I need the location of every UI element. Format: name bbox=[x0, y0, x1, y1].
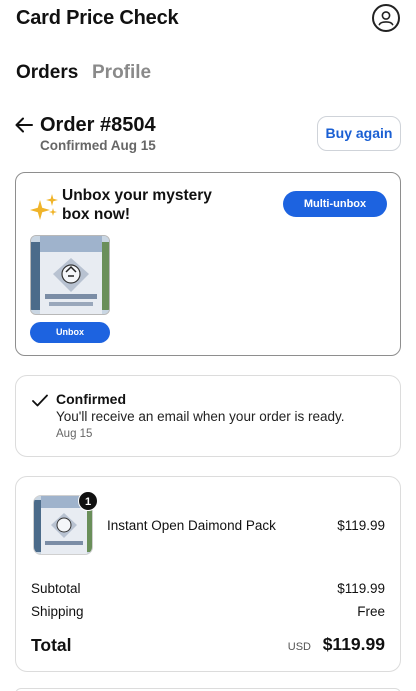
status-title: Confirmed bbox=[56, 391, 126, 407]
subtotal-value: $119.99 bbox=[337, 581, 385, 596]
status-message: You'll receive an email when your order … bbox=[56, 409, 345, 424]
mystery-pack-image bbox=[30, 235, 110, 315]
subtotal-label: Subtotal bbox=[31, 581, 81, 596]
total-value: $119.99 bbox=[322, 634, 385, 654]
total-label: Total bbox=[31, 635, 72, 655]
status-date: Aug 15 bbox=[56, 428, 93, 440]
arrow-left-icon bbox=[15, 117, 33, 133]
tab-orders[interactable]: Orders bbox=[16, 62, 78, 84]
buy-again-button[interactable]: Buy again bbox=[317, 116, 401, 151]
unbox-button[interactable]: Unbox bbox=[30, 322, 110, 343]
order-title: Order #8504 bbox=[40, 114, 156, 136]
multi-unbox-button[interactable]: Multi-unbox bbox=[283, 191, 387, 217]
sparkle-icon bbox=[30, 194, 58, 220]
currency-code: USD bbox=[287, 641, 311, 653]
quantity-badge: 1 bbox=[78, 491, 98, 511]
item-name: Instant Open Daimond Pack bbox=[107, 518, 276, 533]
order-status-date: Confirmed Aug 15 bbox=[40, 138, 156, 153]
order-summary-card: 1 Instant Open Daimond Pack $119.99 Subt… bbox=[15, 476, 401, 672]
back-button[interactable] bbox=[14, 116, 34, 134]
shipping-label: Shipping bbox=[31, 604, 84, 619]
app-title: Card Price Check bbox=[16, 7, 179, 29]
unbox-card: Unbox your mystery box now! Multi-unbox … bbox=[15, 172, 401, 356]
tab-profile[interactable]: Profile bbox=[92, 62, 151, 84]
account-button[interactable] bbox=[372, 4, 400, 32]
unbox-title: Unbox your mystery box now! bbox=[62, 187, 212, 223]
user-icon bbox=[378, 11, 394, 26]
order-status-card: Confirmed You'll receive an email when y… bbox=[15, 375, 401, 457]
top-bar: Card Price Check bbox=[0, 0, 416, 40]
shipping-value: Free bbox=[357, 604, 385, 619]
item-price: $119.99 bbox=[337, 518, 385, 533]
checkmark-icon bbox=[32, 394, 48, 407]
